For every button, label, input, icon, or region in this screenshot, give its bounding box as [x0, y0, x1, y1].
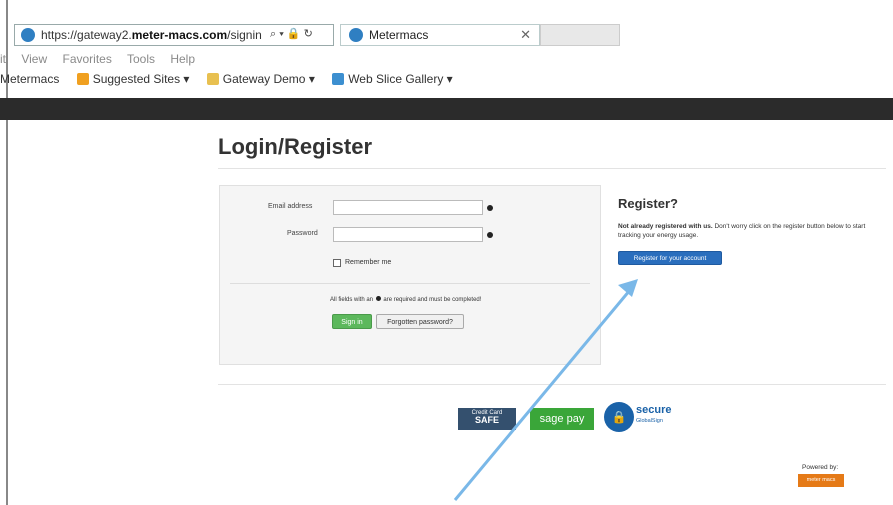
metermacs-logo: meter macs — [798, 474, 844, 487]
site-header-bar — [0, 98, 893, 120]
menu-item-tools[interactable]: Tools — [127, 52, 155, 66]
fav-suggested-sites[interactable]: Suggested Sites ▾ — [76, 72, 189, 86]
globalsign-text: GlobalSign — [636, 418, 663, 424]
remember-me-checkbox[interactable] — [333, 259, 341, 267]
fav-gateway-demo[interactable]: Gateway Demo ▾ — [206, 72, 315, 86]
powered-by-label: Powered by: — [802, 464, 839, 471]
url-text: https://gateway2.meter-macs.com/signin — [41, 28, 262, 42]
arrow-head — [618, 279, 638, 297]
favorites-bar: Metermacs Suggested Sites ▾ Gateway Demo… — [0, 72, 467, 86]
password-label: Password — [287, 230, 318, 237]
sign-in-button[interactable]: Sign in — [332, 314, 372, 329]
email-label: Email address — [268, 203, 313, 210]
fav-web-slice-gallery[interactable]: Web Slice Gallery ▾ — [332, 72, 453, 86]
email-field[interactable] — [333, 200, 483, 215]
ie-icon — [21, 28, 35, 42]
page-title: Login/Register — [218, 134, 373, 159]
new-tab-button[interactable] — [540, 24, 620, 46]
register-heading: Register? — [618, 196, 678, 211]
required-icon — [487, 232, 493, 238]
sage-pay-logo: sage pay — [530, 408, 594, 430]
remember-me-label: Remember me — [345, 259, 392, 266]
password-field[interactable] — [333, 227, 483, 242]
fav-metermacs[interactable]: Metermacs — [0, 72, 59, 86]
folder-icon — [206, 73, 219, 85]
required-icon — [375, 296, 381, 301]
padlock-icon: 🔒 — [604, 402, 634, 432]
web-slice-icon — [332, 73, 345, 85]
menu-item-edit[interactable]: it — [0, 52, 6, 66]
divider — [218, 384, 886, 385]
menu-item-help[interactable]: Help — [170, 52, 195, 66]
menu-item-view[interactable]: View — [21, 52, 47, 66]
tab-title: Metermacs — [369, 28, 429, 42]
menu-bar: it View Favorites Tools Help — [0, 52, 207, 66]
bing-icon — [76, 73, 89, 85]
ie-tab-icon — [349, 28, 363, 42]
register-account-button[interactable]: Register for your account — [618, 251, 722, 265]
browser-tab[interactable]: Metermacs ✕ — [340, 24, 540, 46]
forgotten-password-button[interactable]: Forgotten password? — [376, 314, 464, 329]
close-tab-icon[interactable]: ✕ — [520, 27, 531, 43]
divider — [218, 168, 886, 169]
credit-card-safe-logo: Credit Card SAFE — [458, 408, 516, 430]
register-description: Not already registered with us. Don't wo… — [618, 223, 866, 239]
secure-logo-text: secure — [636, 404, 672, 416]
divider — [230, 283, 590, 284]
required-icon — [487, 205, 493, 211]
address-controls[interactable]: ⌕ ▾ 🔒 ↻ — [270, 27, 313, 41]
menu-item-favorites[interactable]: Favorites — [62, 52, 111, 66]
required-fields-note: All fields with an are required and must… — [330, 296, 482, 303]
